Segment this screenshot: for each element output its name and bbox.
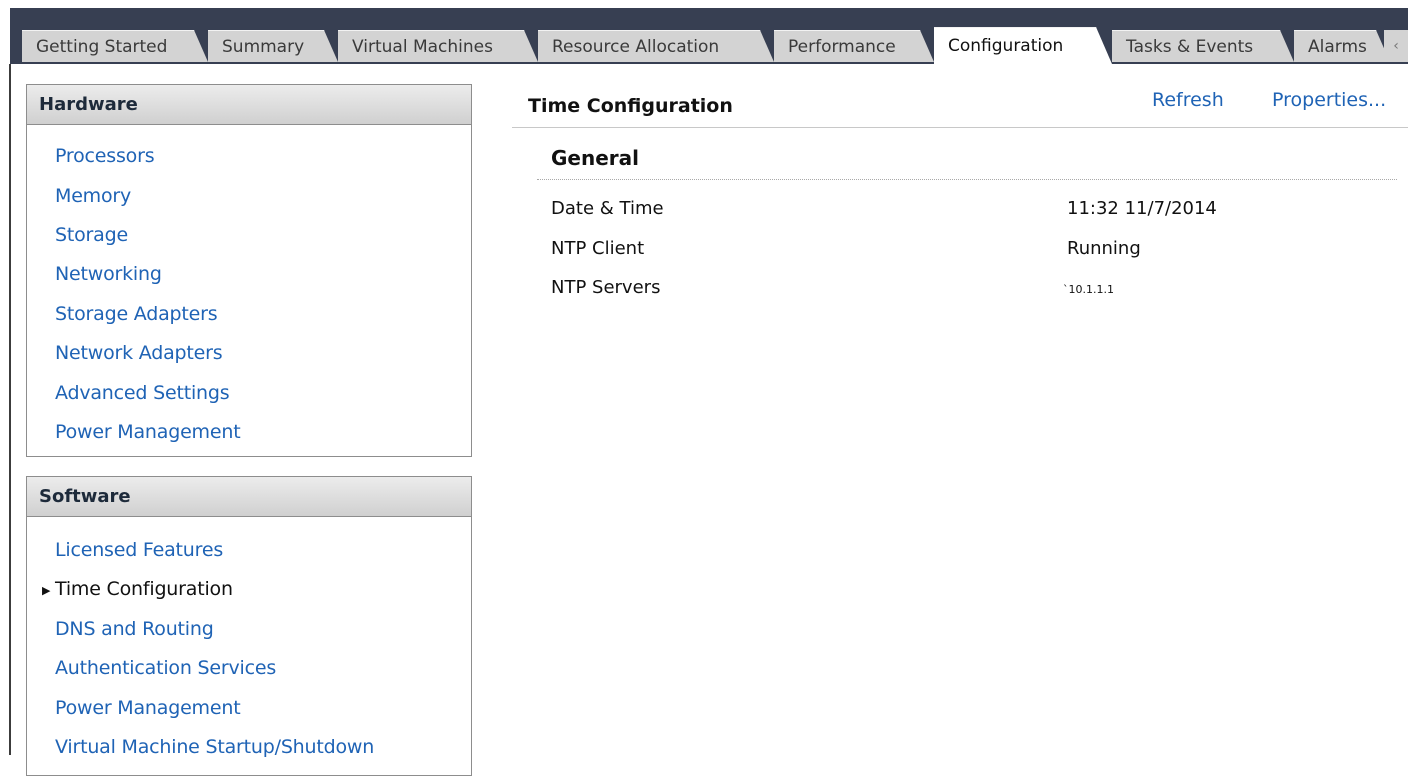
nav-hardware-power-management[interactable]: Power Management [55,421,241,443]
nav-memory[interactable]: Memory [55,185,131,207]
tab-alarms[interactable]: Alarms [1294,30,1390,62]
tab-summary[interactable]: Summary [208,30,338,62]
selected-arrow-icon: ▶ [42,584,51,597]
nav-networking[interactable]: Networking [55,263,162,285]
general-section-title: General [551,146,639,170]
tab-bar: Getting Started Summary Virtual Machines… [0,0,1408,64]
date-time-label: Date & Time [551,198,664,219]
date-time-value: 11:32 11/7/2014 [1067,198,1217,219]
software-panel-title: Software [27,477,471,517]
nav-licensed-features[interactable]: Licensed Features [55,539,223,561]
nav-advanced-settings[interactable]: Advanced Settings [55,382,230,404]
hardware-panel-title: Hardware [27,85,471,125]
general-section-divider [537,179,1397,180]
nav-time-configuration[interactable]: Time Configuration [55,578,233,600]
tab-resource-allocation[interactable]: Resource Allocation [538,30,774,62]
tab-configuration[interactable]: Configuration [934,27,1112,64]
nav-authentication-services[interactable]: Authentication Services [55,657,276,679]
nav-storage[interactable]: Storage [55,224,128,246]
content-header-divider [512,127,1408,128]
nav-network-adapters[interactable]: Network Adapters [55,342,223,364]
nav-storage-adapters[interactable]: Storage Adapters [55,303,218,325]
window-edge [9,64,11,755]
ntp-client-value: Running [1067,238,1141,259]
ntp-client-label: NTP Client [551,238,645,259]
ntp-servers-value: `10.1.1.1 [1063,283,1114,296]
refresh-link[interactable]: Refresh [1152,89,1224,111]
tab-tasks-events[interactable]: Tasks & Events [1112,30,1294,62]
tab-scroll-icon[interactable]: ‹ [1384,30,1408,62]
nav-processors[interactable]: Processors [55,145,155,167]
nav-dns-and-routing[interactable]: DNS and Routing [55,618,214,640]
tab-getting-started[interactable]: Getting Started [22,30,208,62]
properties-link[interactable]: Properties... [1272,89,1386,111]
ntp-servers-label: NTP Servers [551,277,661,298]
content-title: Time Configuration [528,95,733,117]
nav-software-power-management[interactable]: Power Management [55,697,241,719]
tab-virtual-machines[interactable]: Virtual Machines [338,30,538,62]
tab-performance[interactable]: Performance [774,30,934,62]
